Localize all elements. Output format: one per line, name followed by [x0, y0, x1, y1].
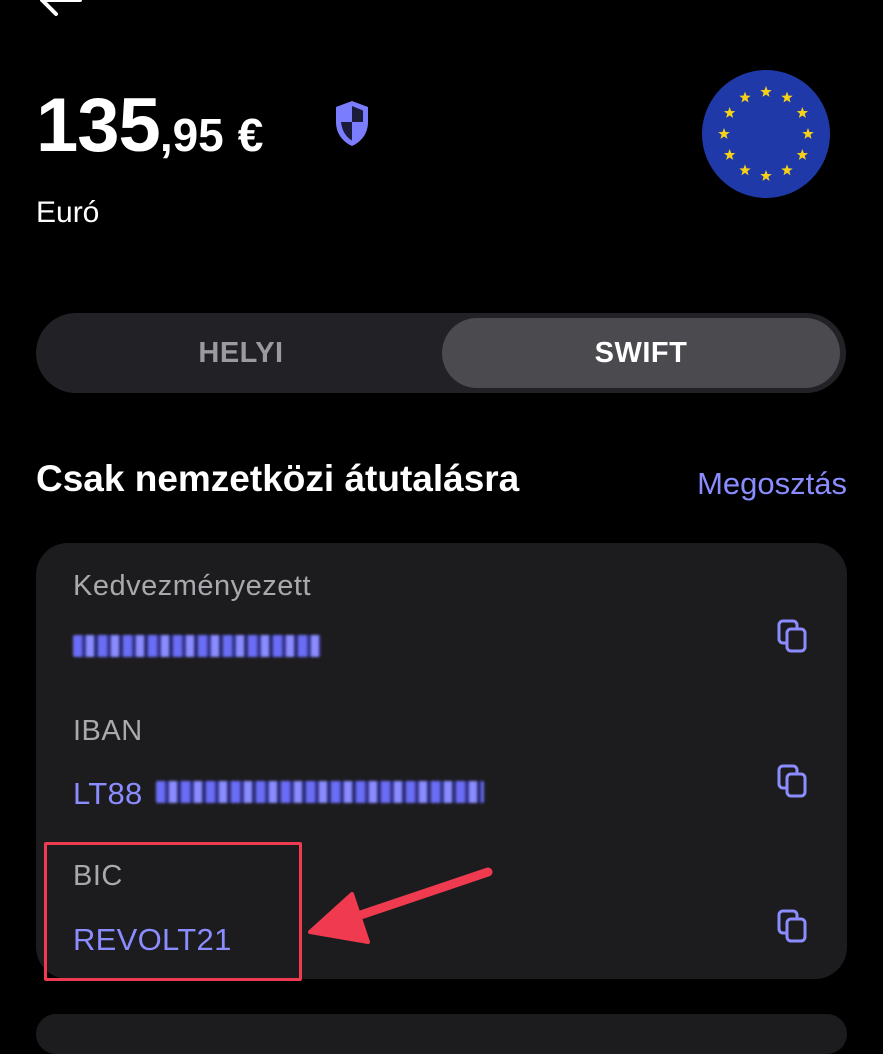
beneficiary-value-redacted — [73, 635, 321, 657]
copy-icon[interactable] — [777, 619, 809, 655]
currency-symbol: € — [237, 109, 264, 161]
tab-local[interactable]: HELYI — [41, 318, 441, 388]
currency-name: Euró — [36, 196, 100, 229]
iban-label: IBAN — [73, 715, 143, 747]
copy-icon[interactable] — [777, 764, 809, 800]
share-button[interactable]: Megosztás — [697, 466, 847, 502]
beneficiary-label: Kedvezményezett — [73, 570, 312, 602]
annotation-arrow-icon — [308, 867, 493, 944]
arrow-left-icon[interactable] — [36, 0, 86, 24]
section-title: Csak nemzetközi átutalásra — [36, 458, 520, 499]
balance-integer: 135 — [36, 83, 161, 168]
balance-amount: 135 ,95 € — [36, 82, 263, 169]
shield-icon[interactable] — [332, 98, 372, 150]
iban-prefix: LT88 — [73, 776, 143, 811]
tab-swift[interactable]: SWIFT — [442, 318, 840, 388]
iban-value-redacted — [156, 781, 484, 803]
copy-icon[interactable] — [777, 909, 809, 945]
transfer-type-switch: HELYI SWIFT — [36, 313, 846, 393]
next-card — [36, 1014, 847, 1054]
balance-decimal: ,95 — [159, 109, 224, 161]
eu-flag-icon — [702, 70, 830, 198]
bic-highlight-box — [44, 842, 302, 981]
